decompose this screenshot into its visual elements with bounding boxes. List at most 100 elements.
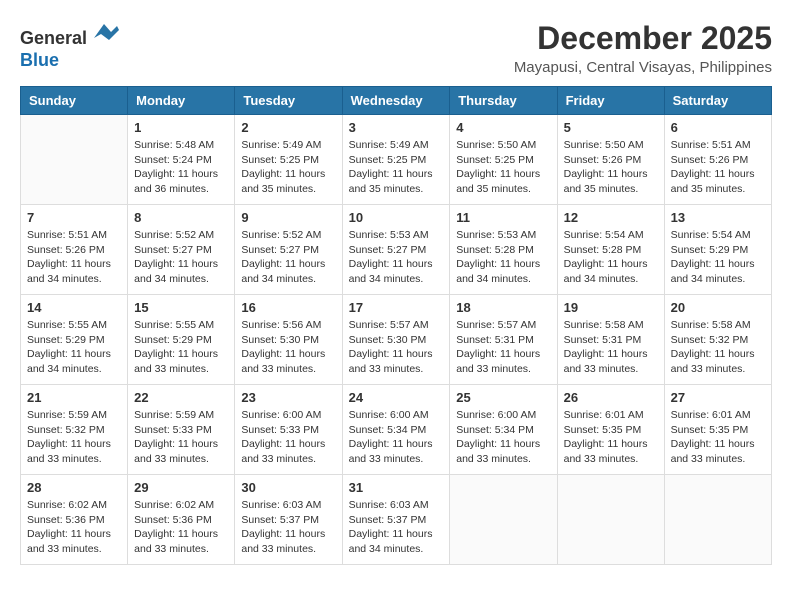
calendar-cell bbox=[450, 475, 557, 565]
location-text: Mayapusi, Central Visayas, Philippines bbox=[514, 59, 772, 76]
day-number: 25 bbox=[456, 390, 550, 405]
calendar-cell: 20 Sunrise: 5:58 AMSunset: 5:32 PMDayligh… bbox=[664, 295, 771, 385]
day-info: Sunrise: 5:54 AMSunset: 5:29 PMDaylight:… bbox=[671, 228, 765, 287]
month-title: December 2025 bbox=[514, 20, 772, 57]
day-number: 19 bbox=[564, 300, 658, 315]
day-number: 29 bbox=[134, 480, 228, 495]
calendar-cell: 31 Sunrise: 6:03 AMSunset: 5:37 PMDayligh… bbox=[342, 475, 450, 565]
day-number: 21 bbox=[27, 390, 121, 405]
weekday-header-sunday: Sunday bbox=[21, 87, 128, 115]
calendar-cell: 2Sunrise: 5:49 AMSunset: 5:25 PMDaylight… bbox=[235, 115, 342, 205]
week-row-2: 7 Sunrise: 5:51 AMSunset: 5:26 PMDaylight… bbox=[21, 205, 772, 295]
day-info: Sunrise: 5:48 AMSunset: 5:24 PMDaylight:… bbox=[134, 138, 228, 197]
calendar-cell: 27Sunrise: 6:01 AMSunset: 5:35 PMDayligh… bbox=[664, 385, 771, 475]
calendar-cell: 10Sunrise: 5:53 AMSunset: 5:27 PMDayligh… bbox=[342, 205, 450, 295]
calendar-cell: 9Sunrise: 5:52 AMSunset: 5:27 PMDaylight… bbox=[235, 205, 342, 295]
day-info: Sunrise: 6:01 AMSunset: 5:35 PMDaylight:… bbox=[564, 408, 658, 467]
day-info: Sunrise: 5:57 AMSunset: 5:31 PMDaylight:… bbox=[456, 318, 550, 377]
day-info: Sunrise: 5:58 AMSunset: 5:32 PMDaylight:… bbox=[671, 318, 765, 377]
day-info: Sunrise: 5:51 AMSunset: 5:26 PMDaylight:… bbox=[27, 228, 121, 287]
calendar-cell: 14Sunrise: 5:55 AMSunset: 5:29 PMDayligh… bbox=[21, 295, 128, 385]
calendar-cell: 17 Sunrise: 5:57 AMSunset: 5:30 PMDayligh… bbox=[342, 295, 450, 385]
day-info: Sunrise: 5:56 AMSunset: 5:30 PMDaylight:… bbox=[241, 318, 335, 377]
calendar-cell: 13 Sunrise: 5:54 AMSunset: 5:29 PMDayligh… bbox=[664, 205, 771, 295]
calendar-cell: 18 Sunrise: 5:57 AMSunset: 5:31 PMDayligh… bbox=[450, 295, 557, 385]
logo-general-text: General bbox=[20, 28, 87, 48]
day-number: 23 bbox=[241, 390, 335, 405]
calendar-cell: 22Sunrise: 5:59 AMSunset: 5:33 PMDayligh… bbox=[128, 385, 235, 475]
day-info: Sunrise: 6:02 AMSunset: 5:36 PMDaylight:… bbox=[134, 498, 228, 557]
calendar-cell: 16 Sunrise: 5:56 AMSunset: 5:30 PMDayligh… bbox=[235, 295, 342, 385]
weekday-header-thursday: Thursday bbox=[450, 87, 557, 115]
day-info: Sunrise: 6:03 AMSunset: 5:37 PMDaylight:… bbox=[349, 498, 444, 557]
weekday-header-saturday: Saturday bbox=[664, 87, 771, 115]
day-info: Sunrise: 5:53 AMSunset: 5:27 PMDaylight:… bbox=[349, 228, 444, 287]
weekday-header-row: SundayMondayTuesdayWednesdayThursdayFrid… bbox=[21, 87, 772, 115]
day-number: 28 bbox=[27, 480, 121, 495]
day-number: 24 bbox=[349, 390, 444, 405]
calendar-cell: 21Sunrise: 5:59 AMSunset: 5:32 PMDayligh… bbox=[21, 385, 128, 475]
day-number: 16 bbox=[241, 300, 335, 315]
week-row-1: 1 Sunrise: 5:48 AMSunset: 5:24 PMDaylight… bbox=[21, 115, 772, 205]
day-info: Sunrise: 5:55 AMSunset: 5:29 PMDaylight:… bbox=[134, 318, 228, 377]
day-number: 17 bbox=[349, 300, 444, 315]
day-number: 1 bbox=[134, 120, 228, 135]
day-info: Sunrise: 5:50 AMSunset: 5:25 PMDaylight:… bbox=[456, 138, 550, 197]
day-info: Sunrise: 6:00 AMSunset: 5:33 PMDaylight:… bbox=[241, 408, 335, 467]
day-info: Sunrise: 5:59 AMSunset: 5:33 PMDaylight:… bbox=[134, 408, 228, 467]
day-number: 26 bbox=[564, 390, 658, 405]
calendar-cell: 25 Sunrise: 6:00 AMSunset: 5:34 PMDayligh… bbox=[450, 385, 557, 475]
calendar-cell: 5Sunrise: 5:50 AMSunset: 5:26 PMDaylight… bbox=[557, 115, 664, 205]
week-row-4: 21Sunrise: 5:59 AMSunset: 5:32 PMDayligh… bbox=[21, 385, 772, 475]
day-info: Sunrise: 5:51 AMSunset: 5:26 PMDaylight:… bbox=[671, 138, 765, 197]
logo-blue-text: Blue bbox=[20, 50, 59, 70]
logo-bird-icon bbox=[89, 20, 119, 44]
weekday-header-monday: Monday bbox=[128, 87, 235, 115]
day-info: Sunrise: 6:02 AMSunset: 5:36 PMDaylight:… bbox=[27, 498, 121, 557]
day-number: 27 bbox=[671, 390, 765, 405]
day-info: Sunrise: 5:57 AMSunset: 5:30 PMDaylight:… bbox=[349, 318, 444, 377]
day-number: 18 bbox=[456, 300, 550, 315]
calendar-cell bbox=[557, 475, 664, 565]
calendar-cell: 11Sunrise: 5:53 AMSunset: 5:28 PMDayligh… bbox=[450, 205, 557, 295]
day-number: 20 bbox=[671, 300, 765, 315]
day-info: Sunrise: 5:53 AMSunset: 5:28 PMDaylight:… bbox=[456, 228, 550, 287]
day-info: Sunrise: 6:03 AMSunset: 5:37 PMDaylight:… bbox=[241, 498, 335, 557]
day-number: 8 bbox=[134, 210, 228, 225]
calendar-cell: 30 Sunrise: 6:03 AMSunset: 5:37 PMDayligh… bbox=[235, 475, 342, 565]
day-number: 13 bbox=[671, 210, 765, 225]
calendar-cell: 19 Sunrise: 5:58 AMSunset: 5:31 PMDayligh… bbox=[557, 295, 664, 385]
day-info: Sunrise: 5:54 AMSunset: 5:28 PMDaylight:… bbox=[564, 228, 658, 287]
calendar-cell: 28 Sunrise: 6:02 AMSunset: 5:36 PMDayligh… bbox=[21, 475, 128, 565]
day-number: 2 bbox=[241, 120, 335, 135]
calendar-cell: 1 Sunrise: 5:48 AMSunset: 5:24 PMDaylight… bbox=[128, 115, 235, 205]
calendar-cell: 7 Sunrise: 5:51 AMSunset: 5:26 PMDaylight… bbox=[21, 205, 128, 295]
calendar-cell: 15Sunrise: 5:55 AMSunset: 5:29 PMDayligh… bbox=[128, 295, 235, 385]
calendar-cell bbox=[21, 115, 128, 205]
day-info: Sunrise: 6:00 AMSunset: 5:34 PMDaylight:… bbox=[456, 408, 550, 467]
calendar-cell: 26 Sunrise: 6:01 AMSunset: 5:35 PMDayligh… bbox=[557, 385, 664, 475]
day-info: Sunrise: 5:49 AMSunset: 5:25 PMDaylight:… bbox=[349, 138, 444, 197]
day-number: 4 bbox=[456, 120, 550, 135]
weekday-header-tuesday: Tuesday bbox=[235, 87, 342, 115]
day-number: 9 bbox=[241, 210, 335, 225]
weekday-header-wednesday: Wednesday bbox=[342, 87, 450, 115]
calendar-cell bbox=[664, 475, 771, 565]
weekday-header-friday: Friday bbox=[557, 87, 664, 115]
calendar-cell: 4 Sunrise: 5:50 AMSunset: 5:25 PMDaylight… bbox=[450, 115, 557, 205]
calendar-cell: 23 Sunrise: 6:00 AMSunset: 5:33 PMDayligh… bbox=[235, 385, 342, 475]
calendar-table: SundayMondayTuesdayWednesdayThursdayFrid… bbox=[20, 86, 772, 565]
day-number: 30 bbox=[241, 480, 335, 495]
title-section: December 2025 Mayapusi, Central Visayas,… bbox=[514, 20, 772, 76]
day-info: Sunrise: 5:52 AMSunset: 5:27 PMDaylight:… bbox=[134, 228, 228, 287]
week-row-3: 14Sunrise: 5:55 AMSunset: 5:29 PMDayligh… bbox=[21, 295, 772, 385]
page-header: General Blue December 2025 Mayapusi, Cen… bbox=[20, 20, 772, 76]
day-info: Sunrise: 5:58 AMSunset: 5:31 PMDaylight:… bbox=[564, 318, 658, 377]
day-number: 7 bbox=[27, 210, 121, 225]
calendar-cell: 8 Sunrise: 5:52 AMSunset: 5:27 PMDaylight… bbox=[128, 205, 235, 295]
day-number: 6 bbox=[671, 120, 765, 135]
week-row-5: 28 Sunrise: 6:02 AMSunset: 5:36 PMDayligh… bbox=[21, 475, 772, 565]
logo: General Blue bbox=[20, 20, 119, 71]
day-info: Sunrise: 5:50 AMSunset: 5:26 PMDaylight:… bbox=[564, 138, 658, 197]
day-number: 31 bbox=[349, 480, 444, 495]
